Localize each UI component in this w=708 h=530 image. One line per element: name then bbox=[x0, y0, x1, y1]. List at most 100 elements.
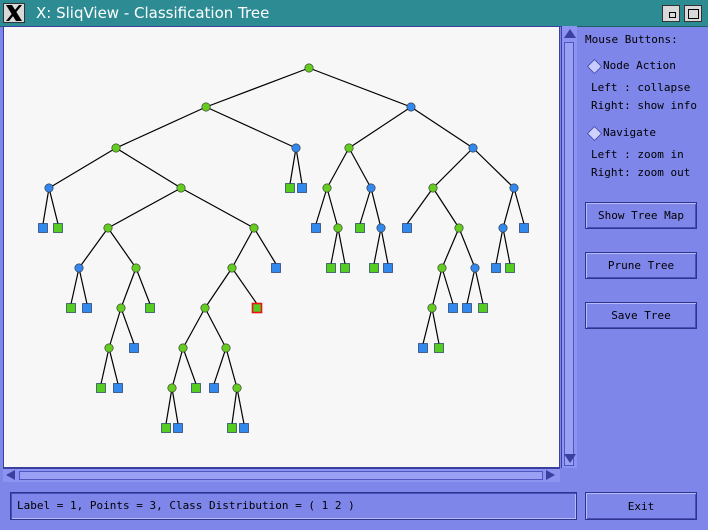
tree-node[interactable] bbox=[167, 383, 177, 393]
tree-edge bbox=[502, 187, 515, 229]
tree-node[interactable] bbox=[427, 303, 437, 313]
tree-node[interactable] bbox=[176, 183, 186, 193]
tree-node[interactable] bbox=[468, 143, 478, 153]
leaf-node[interactable] bbox=[129, 343, 139, 353]
tree-node[interactable] bbox=[104, 343, 114, 353]
classification-tree[interactable] bbox=[4, 27, 559, 467]
tree-edge bbox=[330, 227, 339, 265]
leaf-node[interactable] bbox=[491, 263, 501, 273]
vertical-scroll-thumb[interactable] bbox=[564, 42, 574, 466]
scroll-right-icon[interactable] bbox=[546, 470, 555, 480]
tree-node[interactable] bbox=[111, 143, 121, 153]
tree-node[interactable] bbox=[103, 223, 113, 233]
leaf-node[interactable] bbox=[227, 423, 237, 433]
prune-tree-button[interactable]: Prune Tree bbox=[585, 252, 697, 279]
tree-edge bbox=[295, 147, 303, 185]
vertical-scrollbar[interactable] bbox=[561, 26, 577, 468]
tree-node[interactable] bbox=[116, 303, 126, 313]
tree-node[interactable] bbox=[178, 343, 188, 353]
leaf-node[interactable] bbox=[145, 303, 155, 313]
leaf-node[interactable] bbox=[297, 183, 307, 193]
leaf-node[interactable] bbox=[519, 223, 529, 233]
tree-edge bbox=[432, 187, 460, 229]
leaf-node[interactable] bbox=[191, 383, 201, 393]
tree-node[interactable] bbox=[232, 383, 242, 393]
scroll-down-icon[interactable] bbox=[564, 454, 576, 463]
leaf-node[interactable] bbox=[383, 263, 393, 273]
tree-node[interactable] bbox=[249, 223, 259, 233]
tree-node[interactable] bbox=[437, 263, 447, 273]
leaf-node[interactable] bbox=[478, 303, 488, 313]
tree-node[interactable] bbox=[227, 263, 237, 273]
tree-edge bbox=[108, 307, 122, 349]
maximize-icon[interactable] bbox=[684, 5, 702, 22]
tree-node[interactable] bbox=[201, 102, 211, 112]
tree-edge bbox=[236, 387, 245, 425]
tree-edge bbox=[458, 227, 476, 269]
leaf-node[interactable] bbox=[53, 223, 63, 233]
leaf-node[interactable] bbox=[418, 343, 428, 353]
title-bar[interactable]: X: SliqView - Classification Tree bbox=[0, 0, 708, 27]
selected-leaf-node[interactable] bbox=[251, 302, 263, 314]
leaf-node[interactable] bbox=[209, 383, 219, 393]
tree-node[interactable] bbox=[509, 183, 519, 193]
tree-node[interactable] bbox=[376, 223, 386, 233]
tree-edge bbox=[253, 227, 277, 265]
tree-edge bbox=[441, 227, 460, 269]
tree-node[interactable] bbox=[200, 303, 210, 313]
leaf-node[interactable] bbox=[38, 223, 48, 233]
tree-node[interactable] bbox=[74, 263, 84, 273]
save-tree-button[interactable]: Save Tree bbox=[585, 302, 697, 329]
navigate-radio[interactable] bbox=[586, 125, 603, 142]
tree-node[interactable] bbox=[470, 263, 480, 273]
leaf-node[interactable] bbox=[402, 223, 412, 233]
leaf-node[interactable] bbox=[239, 423, 249, 433]
tree-node[interactable] bbox=[304, 63, 314, 73]
tree-node[interactable] bbox=[333, 223, 343, 233]
tree-node[interactable] bbox=[454, 223, 464, 233]
tree-node[interactable] bbox=[406, 102, 416, 112]
tree-node[interactable] bbox=[131, 263, 141, 273]
leaf-node[interactable] bbox=[311, 223, 321, 233]
tree-edge bbox=[182, 347, 197, 385]
leaf-node[interactable] bbox=[82, 303, 92, 313]
leaf-node[interactable] bbox=[462, 303, 472, 313]
leaf-node[interactable] bbox=[66, 303, 76, 313]
tree-edge bbox=[315, 187, 328, 225]
tree-node[interactable] bbox=[44, 183, 54, 193]
tree-node[interactable] bbox=[366, 183, 376, 193]
tree-node[interactable] bbox=[291, 143, 301, 153]
tree-canvas[interactable] bbox=[3, 26, 560, 468]
node-action-label[interactable]: Node Action bbox=[603, 59, 676, 73]
leaf-node[interactable] bbox=[96, 383, 106, 393]
leaf-node[interactable] bbox=[340, 263, 350, 273]
tree-edge bbox=[120, 307, 135, 345]
minimize-icon[interactable] bbox=[662, 5, 680, 22]
leaf-node[interactable] bbox=[434, 343, 444, 353]
tree-node[interactable] bbox=[322, 183, 332, 193]
node-action-radio[interactable] bbox=[586, 58, 603, 75]
navigate-label[interactable]: Navigate bbox=[603, 126, 656, 140]
tree-node[interactable] bbox=[344, 143, 354, 153]
exit-button[interactable]: Exit bbox=[585, 492, 697, 520]
scroll-up-icon[interactable] bbox=[564, 29, 576, 38]
leaf-node[interactable] bbox=[285, 183, 295, 193]
leaf-node[interactable] bbox=[161, 423, 171, 433]
leaf-node[interactable] bbox=[326, 263, 336, 273]
horizontal-scrollbar[interactable] bbox=[3, 468, 560, 482]
leaf-node[interactable] bbox=[355, 223, 365, 233]
leaf-node[interactable] bbox=[271, 263, 281, 273]
tree-node[interactable] bbox=[221, 343, 231, 353]
show-tree-map-button[interactable]: Show Tree Map bbox=[585, 202, 697, 229]
leaf-node[interactable] bbox=[505, 263, 515, 273]
horizontal-scroll-thumb[interactable] bbox=[19, 471, 543, 480]
tree-node[interactable] bbox=[498, 223, 508, 233]
leaf-node[interactable] bbox=[369, 263, 379, 273]
x-logo-icon[interactable] bbox=[3, 3, 25, 23]
scroll-left-icon[interactable] bbox=[6, 470, 15, 480]
leaf-node[interactable] bbox=[448, 303, 458, 313]
leaf-node[interactable] bbox=[173, 423, 183, 433]
leaf-node[interactable] bbox=[113, 383, 123, 393]
tree-node[interactable] bbox=[428, 183, 438, 193]
status-field[interactable]: Label = 1, Points = 3, Class Distributio… bbox=[10, 492, 577, 520]
